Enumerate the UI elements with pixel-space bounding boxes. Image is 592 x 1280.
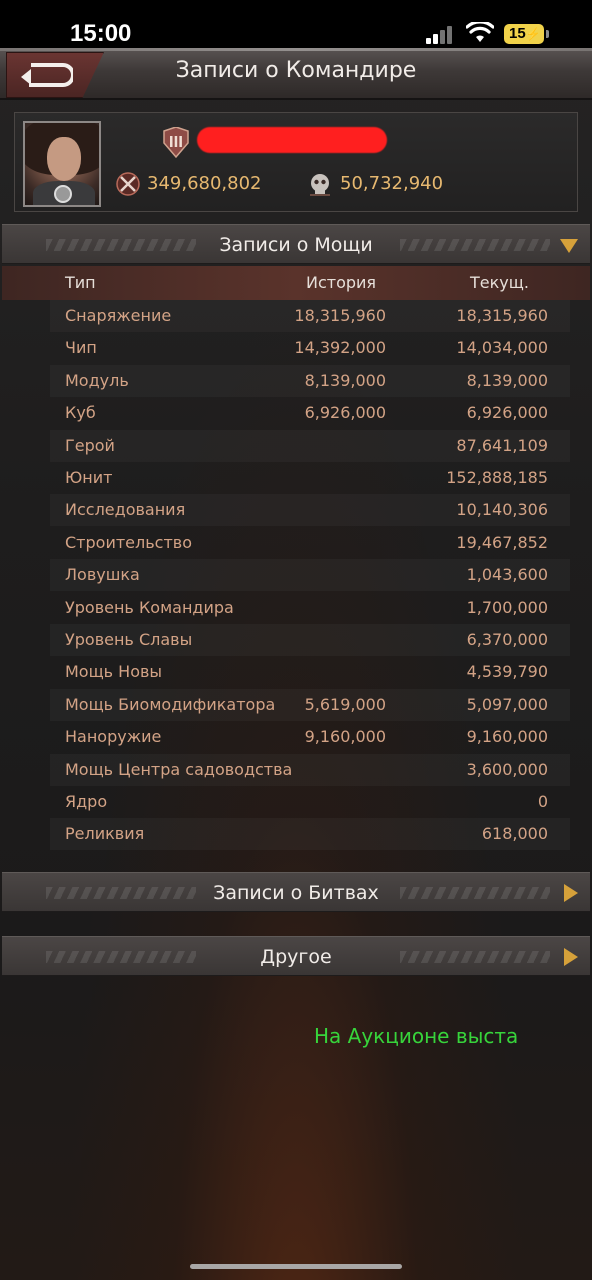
- table-row: Наноружие 9,160,000 9,160,000: [50, 721, 570, 753]
- rank-badge-icon: [163, 127, 189, 159]
- row-type: Юнит: [65, 468, 113, 487]
- row-type: Куб: [65, 403, 96, 423]
- row-type: Уровень Командира: [65, 597, 234, 617]
- kills-skull-icon: [310, 174, 330, 196]
- row-history: 9,160,000: [304, 727, 386, 747]
- home-indicator[interactable]: [190, 1264, 402, 1269]
- other-section-title: Другое: [260, 946, 332, 968]
- table-row: Мощь Центра садоводства 3,600,000: [50, 754, 570, 786]
- row-type: Мощь Центра садоводства: [65, 759, 293, 779]
- row-type: Строительство: [65, 532, 192, 552]
- kills-value: 50,732,940: [340, 173, 444, 194]
- row-type: Реликвия: [65, 824, 145, 844]
- triangle-right-icon: [564, 948, 578, 966]
- row-current: 14,034,000: [456, 338, 548, 358]
- row-history: 6,926,000: [304, 403, 386, 423]
- table-row: Мощь Новы 4,539,790: [50, 656, 570, 688]
- triangle-down-icon: [560, 239, 578, 253]
- avatar-badge-icon: [54, 185, 72, 203]
- table-row: Снаряжение 18,315,960 18,315,960: [50, 300, 570, 332]
- triangle-right-icon: [564, 884, 578, 902]
- row-current: 1,043,600: [466, 565, 548, 585]
- table-row: Модуль 8,139,000 8,139,000: [50, 365, 570, 397]
- row-type: Модуль: [65, 370, 129, 390]
- wifi-icon: [466, 22, 494, 42]
- power-icon: [116, 172, 140, 196]
- table-row: Мощь Биомодификатора 5,619,000 5,097,000: [50, 689, 570, 721]
- row-current: 618,000: [481, 824, 548, 844]
- column-type: Тип: [65, 273, 96, 292]
- row-current: 3,600,000: [466, 759, 548, 779]
- column-current: Текущ.: [470, 273, 529, 292]
- row-current: 0: [537, 792, 548, 811]
- row-current: 6,926,000: [466, 403, 548, 423]
- table-row: Ядро 0: [50, 786, 570, 818]
- row-type: Мощь Новы: [65, 662, 163, 682]
- row-type: Ловушка: [65, 565, 140, 585]
- row-current: 4,539,790: [466, 662, 548, 682]
- row-current: 6,370,000: [466, 630, 548, 649]
- row-history: 8,139,000: [304, 370, 386, 390]
- battle-section-header[interactable]: Записи о Битвах: [2, 872, 590, 912]
- power-section-title: Записи о Мощи: [219, 234, 373, 256]
- battle-section-title: Записи о Битвах: [213, 882, 379, 904]
- row-type: Мощь Биомодификатора: [65, 694, 276, 714]
- battery-level: 15: [509, 25, 526, 42]
- power-value: 349,680,802: [147, 173, 262, 194]
- power-section-header[interactable]: Записи о Мощи: [2, 224, 590, 264]
- status-bar: 15:00 15⚡: [0, 0, 592, 48]
- table-header: Тип История Текущ.: [2, 266, 590, 300]
- page-title: Записи о Командире: [175, 58, 417, 83]
- table-row: Уровень Командира 1,700,000: [50, 592, 570, 624]
- table-row: Исследования 10,140,306: [50, 494, 570, 526]
- table-row: Чип 14,392,000 14,034,000: [50, 332, 570, 364]
- row-history: 14,392,000: [294, 338, 386, 358]
- commander-card: 349,680,802 50,732,940: [14, 112, 578, 212]
- commander-name-redacted: [197, 127, 387, 153]
- row-current: 152,888,185: [446, 468, 548, 487]
- row-type: Уровень Славы: [65, 630, 193, 649]
- row-type: Снаряжение: [65, 306, 172, 325]
- table-row: Герой 87,641,109: [50, 430, 570, 462]
- table-row: Куб 6,926,000 6,926,000: [50, 397, 570, 429]
- table-row: Юнит 152,888,185: [50, 462, 570, 494]
- avatar[interactable]: [23, 121, 101, 207]
- row-current: 87,641,109: [456, 435, 548, 455]
- row-type: Герой: [65, 435, 115, 455]
- battery-cap: [546, 30, 549, 38]
- row-type: Наноружие: [65, 727, 162, 747]
- row-current: 18,315,960: [456, 306, 548, 325]
- auction-ticker: На Аукционе выста: [314, 1024, 519, 1048]
- header: Записи о Командире: [0, 48, 592, 100]
- row-current: 8,139,000: [466, 370, 548, 390]
- row-type: Исследования: [65, 500, 186, 520]
- row-type: Чип: [65, 338, 97, 358]
- row-current: 1,700,000: [466, 597, 548, 617]
- status-time: 15:00: [70, 20, 132, 47]
- table-row: Реликвия 618,000: [50, 818, 570, 850]
- row-current: 5,097,000: [466, 694, 548, 714]
- table-row: Строительство 19,467,852: [50, 527, 570, 559]
- row-current: 9,160,000: [466, 727, 548, 747]
- row-history: 18,315,960: [294, 306, 386, 325]
- row-current: 10,140,306: [456, 500, 548, 520]
- signal-icon: [426, 26, 454, 44]
- battery-icon: 15⚡: [504, 24, 544, 44]
- row-current: 19,467,852: [456, 532, 548, 552]
- table-row: Уровень Славы 6,370,000: [50, 624, 570, 656]
- row-type: Ядро: [65, 792, 108, 811]
- table-row: Ловушка 1,043,600: [50, 559, 570, 591]
- other-section-header[interactable]: Другое: [2, 936, 590, 976]
- column-history: История: [306, 273, 377, 292]
- row-history: 5,619,000: [304, 694, 386, 714]
